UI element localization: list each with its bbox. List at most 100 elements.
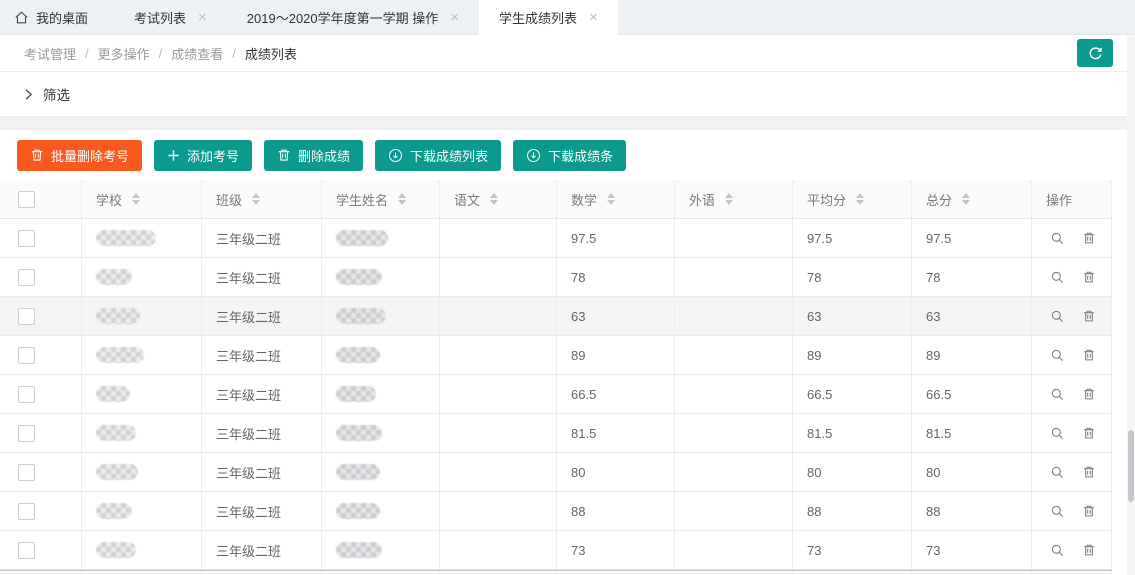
clipped-cell [675, 571, 793, 573]
view-details-button[interactable] [1050, 387, 1065, 402]
close-icon[interactable]: × [450, 10, 459, 25]
column-header-chinese[interactable]: 语文 [440, 180, 557, 218]
vertical-scrollbar[interactable] [1127, 36, 1135, 575]
select-all-checkbox[interactable] [18, 191, 35, 208]
sort-carets-icon[interactable] [398, 193, 406, 205]
average-cell: 63 [793, 297, 912, 335]
column-header-label: 学校 [96, 190, 122, 209]
row-checkbox[interactable] [18, 542, 35, 559]
row-checkbox[interactable] [18, 464, 35, 481]
tab-item-0[interactable]: 考试列表× [114, 0, 227, 34]
toolbar-button-3[interactable]: 下载成绩列表 [375, 140, 501, 171]
total-cell: 73 [912, 531, 1032, 569]
tab-item-1[interactable]: 2019～2020学年度第一学期 操作× [227, 0, 479, 34]
row-checkbox[interactable] [18, 386, 35, 403]
close-icon[interactable]: × [589, 10, 598, 25]
sort-carets-icon[interactable] [490, 193, 498, 205]
column-header-class[interactable]: 班级 [202, 180, 322, 218]
column-header-foreign_language[interactable]: 外语 [675, 180, 793, 218]
delete-row-button[interactable] [1082, 309, 1096, 323]
row-select-cell [0, 297, 82, 335]
table-row: 三年级二班66.566.566.5 [0, 375, 1112, 414]
row-select-cell [0, 258, 82, 296]
column-header-label: 平均分 [807, 190, 846, 209]
delete-row-button[interactable] [1082, 270, 1096, 284]
delete-row-button[interactable] [1082, 543, 1096, 557]
toolbar-button-1[interactable]: 添加考号 [154, 140, 252, 171]
breadcrumb-item-1[interactable]: 更多操作 [98, 44, 150, 63]
delete-row-button[interactable] [1082, 348, 1096, 362]
view-details-button[interactable] [1050, 309, 1065, 324]
column-header-average[interactable]: 平均分 [793, 180, 912, 218]
school-cell [82, 414, 202, 452]
chinese-cell [440, 414, 557, 452]
view-details-button[interactable] [1050, 426, 1065, 441]
average-cell: 88 [793, 492, 912, 530]
refresh-button[interactable] [1077, 39, 1113, 67]
clipped-cell [440, 571, 557, 573]
foreign_language-cell [675, 297, 793, 335]
column-header-total[interactable]: 总分 [912, 180, 1032, 218]
sort-carets-icon[interactable] [252, 193, 260, 205]
sort-carets-icon[interactable] [962, 193, 970, 205]
row-checkbox[interactable] [18, 269, 35, 286]
delete-row-button[interactable] [1082, 504, 1096, 518]
clipped-cell [82, 571, 202, 573]
school-redacted-blur [96, 542, 136, 558]
row-checkbox[interactable] [18, 503, 35, 520]
actions-cell [1032, 336, 1112, 374]
view-details-button[interactable] [1050, 465, 1065, 480]
average-cell: 80 [793, 453, 912, 491]
tabbar: 我的桌面 考试列表×2019～2020学年度第一学期 操作×学生成绩列表× [0, 0, 1135, 35]
breadcrumb-item-2[interactable]: 成绩查看 [171, 44, 223, 63]
student-name-cell [322, 336, 440, 374]
sort-carets-icon[interactable] [725, 193, 733, 205]
math-cell: 81.5 [557, 414, 675, 452]
column-header-school[interactable]: 学校 [82, 180, 202, 218]
toolbar-button-label: 删除成绩 [298, 146, 350, 165]
column-header-actions: 操作 [1032, 180, 1112, 218]
search-icon [1050, 504, 1065, 519]
toolbar-button-0[interactable]: 批量删除考号 [17, 140, 142, 171]
math-cell: 66.5 [557, 375, 675, 413]
row-checkbox[interactable] [18, 347, 35, 364]
class-cell: 三年级二班 [202, 258, 322, 296]
view-details-button[interactable] [1050, 231, 1065, 246]
class-cell: 三年级二班 [202, 492, 322, 530]
toolbar-button-2[interactable]: 删除成绩 [264, 140, 363, 171]
download-icon [388, 148, 403, 163]
filter-section-toggle[interactable]: 筛选 [0, 72, 1135, 117]
delete-row-button[interactable] [1082, 465, 1096, 479]
trash-icon [1082, 426, 1096, 440]
breadcrumb-item-0[interactable]: 考试管理 [24, 44, 76, 63]
view-details-button[interactable] [1050, 348, 1065, 363]
view-details-button[interactable] [1050, 270, 1065, 285]
scrollbar-thumb[interactable] [1128, 430, 1134, 502]
sort-carets-icon[interactable] [856, 193, 864, 205]
row-checkbox[interactable] [18, 230, 35, 247]
delete-row-button[interactable] [1082, 231, 1096, 245]
foreign_language-cell [675, 258, 793, 296]
column-header-student_name[interactable]: 学生姓名 [322, 180, 440, 218]
toolbar-button-4[interactable]: 下载成绩条 [513, 140, 626, 171]
column-header-label: 操作 [1046, 190, 1072, 209]
column-header-math[interactable]: 数学 [557, 180, 675, 218]
delete-row-button[interactable] [1082, 426, 1096, 440]
chevron-right-icon [24, 88, 33, 101]
tab-home[interactable]: 我的桌面 [0, 0, 114, 34]
sort-carets-icon[interactable] [607, 193, 615, 205]
sort-carets-icon[interactable] [132, 193, 140, 205]
delete-row-button[interactable] [1082, 387, 1096, 401]
row-checkbox[interactable] [18, 308, 35, 325]
clipped-cell [912, 571, 1032, 573]
view-details-button[interactable] [1050, 504, 1065, 519]
download-icon [526, 148, 541, 163]
tab-item-2[interactable]: 学生成绩列表× [479, 0, 618, 35]
view-details-button[interactable] [1050, 543, 1065, 558]
student-name-cell [322, 453, 440, 491]
school-cell [82, 336, 202, 374]
close-icon[interactable]: × [198, 10, 207, 25]
school-redacted-blur [96, 503, 132, 519]
row-select-cell [0, 219, 82, 257]
row-checkbox[interactable] [18, 425, 35, 442]
